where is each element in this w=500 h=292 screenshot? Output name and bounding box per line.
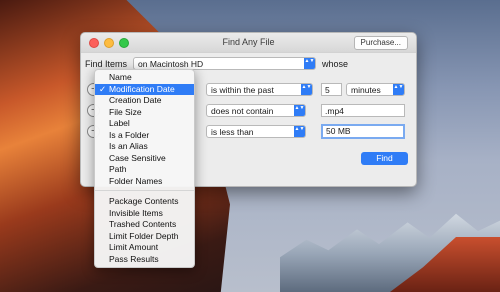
menu-item-name[interactable]: Name: [95, 72, 194, 84]
purchase-button[interactable]: Purchase...: [353, 36, 408, 50]
menu-item-path[interactable]: Path: [95, 164, 194, 176]
menu-item-folder-names[interactable]: Folder Names: [95, 176, 194, 188]
popup-arrows-icon: ▲▼: [294, 126, 305, 137]
operator-popup-2[interactable]: does not contain ▲▼: [206, 104, 306, 117]
find-button[interactable]: Find: [361, 152, 408, 165]
popup-arrows-icon: ▲▼: [294, 105, 305, 116]
operator-value-3: is less than: [211, 127, 254, 137]
popup-arrows-icon: ▲▼: [301, 84, 312, 95]
value-field-3[interactable]: 50 MB: [321, 124, 405, 139]
menu-item-modification-date[interactable]: ✓ Modification Date: [95, 83, 194, 95]
operator-value-1: is within the past: [211, 85, 274, 95]
menu-item-label: Modification Date: [109, 83, 175, 94]
menu-item-file-size[interactable]: File Size: [95, 107, 194, 119]
title-bar[interactable]: Find Any File Purchase...: [81, 33, 416, 53]
value-field-2[interactable]: .mp4: [321, 104, 405, 117]
menu-item-is-folder[interactable]: Is a Folder: [95, 130, 194, 142]
operator-popup-3[interactable]: is less than ▲▼: [206, 125, 306, 138]
value-field-1[interactable]: 5: [321, 83, 342, 96]
menu-item-limit-folder-depth[interactable]: Limit Folder Depth: [95, 231, 194, 243]
menu-item-case-sensitive[interactable]: Case Sensitive: [95, 153, 194, 165]
attribute-menu: Name ✓ Modification Date Creation Date F…: [94, 69, 195, 268]
checkmark-icon: ✓: [99, 83, 107, 94]
operator-popup-1[interactable]: is within the past ▲▼: [206, 83, 313, 96]
location-value: on Macintosh HD: [138, 59, 204, 69]
menu-item-package-contents[interactable]: Package Contents: [95, 196, 194, 208]
popup-arrows-icon: ▲▼: [304, 58, 315, 69]
menu-item-trashed-contents[interactable]: Trashed Contents: [95, 219, 194, 231]
whose-label: whose: [322, 59, 349, 69]
menu-item-pass-results[interactable]: Pass Results: [95, 254, 194, 266]
unit-popup-1[interactable]: minutes ▲▼: [346, 83, 405, 96]
operator-value-2: does not contain: [211, 106, 274, 116]
menu-item-label-attr[interactable]: Label: [95, 118, 194, 130]
menu-item-creation-date[interactable]: Creation Date: [95, 95, 194, 107]
menu-item-invisible-items[interactable]: Invisible Items: [95, 208, 194, 220]
menu-item-limit-amount[interactable]: Limit Amount: [95, 242, 194, 254]
popup-arrows-icon: ▲▼: [393, 84, 404, 95]
desktop: { "window": { "title": "Find Any File", …: [0, 0, 500, 292]
find-items-label: Find Items: [85, 59, 128, 69]
unit-value-1: minutes: [351, 85, 381, 95]
menu-item-is-alias[interactable]: Is an Alias: [95, 141, 194, 153]
menu-separator: [95, 190, 194, 191]
